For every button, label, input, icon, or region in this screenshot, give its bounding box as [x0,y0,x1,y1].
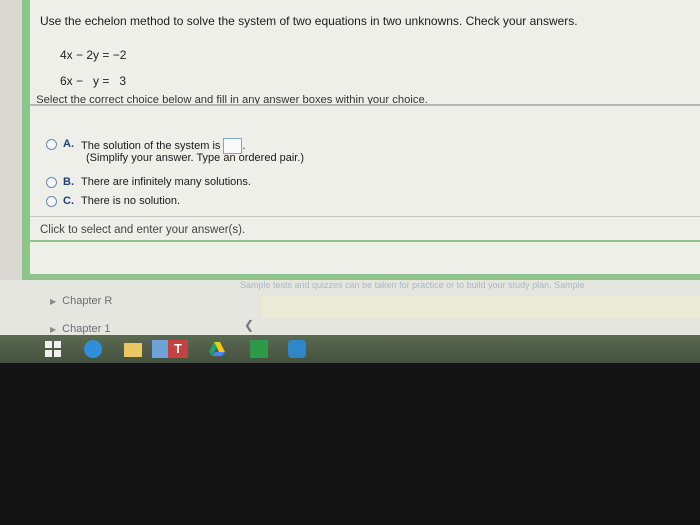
radio-c[interactable] [46,196,57,207]
choice-a-hint: (Simplify your answer. Type an ordered p… [86,152,305,164]
chapter-label: Chapter R [62,295,113,307]
expand-triangle-icon: ▶ [50,324,57,334]
choice-b[interactable]: B. There are infinitely many solutions. [46,176,251,188]
divider [30,216,700,217]
file-explorer-icon[interactable] [124,343,142,357]
chapter-1-link[interactable]: ▶ Chapter 1 [50,323,110,335]
radio-a[interactable] [46,139,57,150]
chapter-r-link[interactable]: ▶ Chapter R [50,295,112,307]
radio-b[interactable] [46,177,57,188]
windows-start-icon[interactable] [44,340,62,358]
choice-b-text: There are infinitely many solutions. [81,176,251,188]
equation-2: 6x − y = 3 [60,74,127,88]
faded-description: Sample tests and quizzes can be taken fo… [240,280,585,290]
highlight-band [262,296,700,318]
choice-a-letter: A. [63,138,74,150]
chapter-label: Chapter 1 [62,323,111,335]
t-app-icon[interactable]: T [168,340,188,358]
divider [30,104,700,106]
expand-triangle-icon: ▶ [50,296,57,306]
internet-explorer-icon[interactable] [84,340,102,358]
question-panel: Use the echelon method to solve the syst… [22,0,700,280]
taskbar [0,335,700,363]
choice-c-text: There is no solution. [81,195,181,207]
choice-a-label: The solution of the system is [81,139,221,152]
choice-c-letter: C. [63,195,74,207]
cloud-app-icon[interactable] [288,340,306,358]
green-app-icon[interactable] [250,340,268,358]
divider [30,240,700,242]
screen: Use the echelon method to solve the syst… [0,0,700,362]
google-drive-icon[interactable] [208,340,226,358]
status-message: Click to select and enter your answer(s)… [40,224,246,236]
question-instruction: Use the echelon method to solve the syst… [40,14,578,28]
equation-1: 4x − 2y = −2 [60,48,127,62]
choice-b-letter: B. [63,176,74,188]
choice-c[interactable]: C. There is no solution. [46,195,180,207]
chevron-left-icon[interactable]: ❮ [244,318,254,332]
